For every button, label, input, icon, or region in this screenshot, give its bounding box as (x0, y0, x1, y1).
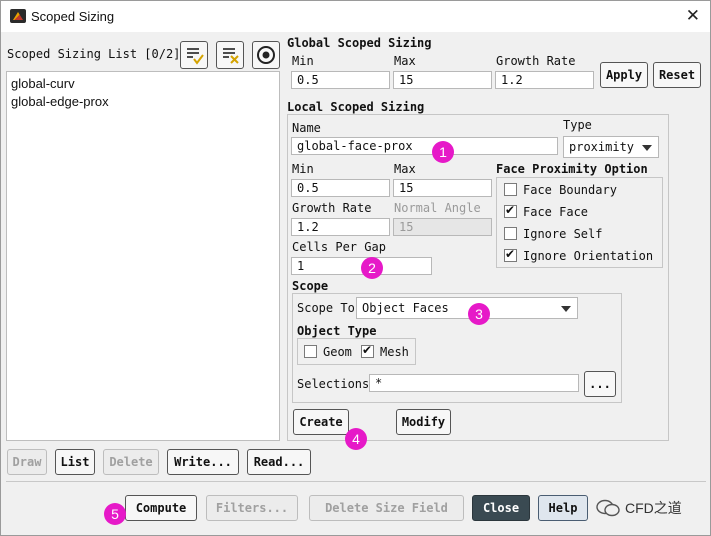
ignore-self-label: Ignore Self (523, 227, 603, 241)
window-title: Scoped Sizing (31, 9, 115, 24)
normal-angle-label: Normal Angle (394, 201, 481, 215)
bottom-separator (6, 481, 706, 482)
target-icon (257, 46, 275, 64)
annotation-badge-4: 4 (345, 428, 367, 450)
list-button[interactable]: List (55, 449, 95, 475)
write-button[interactable]: Write... (167, 449, 239, 475)
list-item[interactable]: global-edge-prox (7, 93, 279, 111)
browse-button[interactable]: ... (584, 371, 616, 397)
normal-angle-input: 15 (393, 218, 492, 236)
list-item[interactable]: global-curv (7, 75, 279, 93)
deselect-all-button[interactable] (216, 41, 244, 69)
chevron-down-icon (642, 145, 652, 151)
annotation-badge-2: 2 (361, 257, 383, 279)
annotation-badge-1: 1 (432, 141, 454, 163)
global-min-input[interactable]: 0.5 (291, 71, 390, 89)
global-growth-rate-input[interactable]: 1.2 (495, 71, 594, 89)
scoped-sizing-list-header: Scoped Sizing List [0/2] (7, 47, 181, 61)
face-face-label: Face Face (523, 205, 589, 219)
scope-to-select[interactable]: Object Faces (356, 297, 578, 319)
name-label: Name (292, 121, 321, 135)
scoped-sizing-list[interactable]: global-curv global-edge-prox (6, 71, 280, 441)
deselect-all-icon (223, 48, 239, 64)
local-growth-rate-input[interactable]: 1.2 (291, 218, 390, 236)
select-all-button[interactable] (180, 41, 208, 69)
delete-button[interactable]: Delete (103, 449, 159, 475)
local-max-input[interactable]: 15 (393, 179, 492, 197)
type-select[interactable]: proximity (563, 136, 659, 158)
geom-label: Geom (323, 345, 352, 359)
select-all-icon (187, 48, 204, 65)
chevron-down-icon (561, 306, 571, 312)
read-button[interactable]: Read... (247, 449, 311, 475)
ignore-orientation-checkbox[interactable] (504, 247, 517, 262)
fluent-app-icon (10, 9, 26, 23)
selections-input[interactable]: * (369, 374, 579, 392)
compute-button[interactable]: Compute (125, 495, 197, 521)
scope-heading: Scope (292, 279, 329, 293)
global-max-input[interactable]: 15 (393, 71, 492, 89)
selections-label: Selections (297, 377, 370, 391)
scope-to-label: Scope To (297, 301, 355, 315)
scope-to-value: Object Faces (362, 301, 449, 315)
annotation-badge-5: 5 (104, 503, 126, 525)
help-button[interactable]: Help (538, 495, 588, 521)
global-growth-rate-label: Growth Rate (496, 54, 576, 68)
face-proximity-option-heading: Face Proximity Option (496, 162, 648, 176)
global-scoped-sizing-heading: Global Scoped Sizing (287, 36, 432, 50)
ignore-self-checkbox[interactable] (504, 227, 517, 240)
name-input[interactable]: global-face-prox (291, 137, 558, 155)
reset-button[interactable]: Reset (653, 62, 701, 88)
filters-button[interactable]: Filters... (206, 495, 298, 521)
global-max-label: Max (394, 54, 416, 68)
delete-size-field-button[interactable]: Delete Size Field (309, 495, 464, 521)
local-min-label: Min (292, 162, 314, 176)
type-select-value: proximity (569, 140, 635, 154)
face-face-checkbox[interactable] (504, 203, 517, 218)
local-growth-rate-label: Growth Rate (292, 201, 372, 215)
ignore-orientation-label: Ignore Orientation (523, 249, 654, 263)
global-min-label: Min (292, 54, 314, 68)
face-boundary-checkbox[interactable] (504, 183, 517, 196)
close-icon[interactable]: ✕ (686, 6, 700, 26)
create-button[interactable]: Create (293, 409, 349, 435)
object-type-heading: Object Type (297, 324, 377, 338)
draw-button[interactable]: Draw (7, 449, 47, 475)
mesh-label: Mesh (380, 345, 409, 359)
face-boundary-label: Face Boundary (523, 183, 617, 197)
target-button[interactable] (252, 41, 280, 69)
scoped-sizing-dialog: Scoped Sizing ✕ Scoped Sizing List [0/2]… (0, 0, 711, 536)
modify-button[interactable]: Modify (396, 409, 451, 435)
wechat-icon (595, 498, 621, 521)
apply-button[interactable]: Apply (600, 62, 648, 88)
cells-per-gap-label: Cells Per Gap (292, 240, 386, 254)
title-bar: Scoped Sizing ✕ (1, 1, 710, 32)
annotation-badge-3: 3 (468, 303, 490, 325)
watermark-text: CFD之道 (625, 500, 682, 516)
local-max-label: Max (394, 162, 416, 176)
local-min-input[interactable]: 0.5 (291, 179, 390, 197)
geom-checkbox[interactable] (304, 345, 317, 358)
local-scoped-sizing-heading: Local Scoped Sizing (287, 100, 425, 114)
type-label: Type (563, 118, 592, 132)
mesh-checkbox[interactable] (361, 343, 374, 358)
close-button[interactable]: Close (472, 495, 530, 521)
